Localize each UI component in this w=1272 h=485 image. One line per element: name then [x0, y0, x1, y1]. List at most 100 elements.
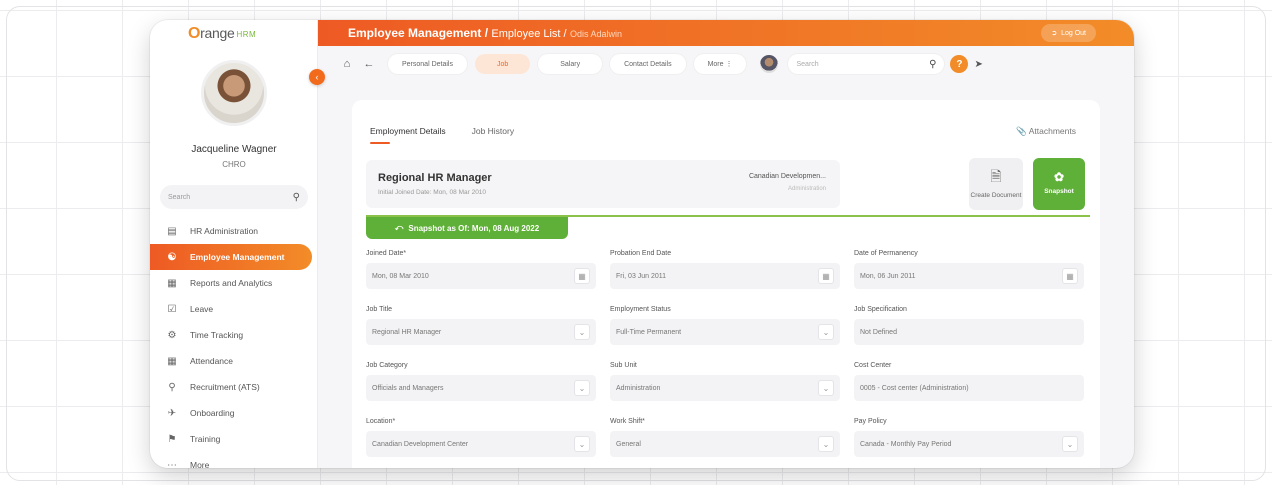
employee-icon: ☯	[167, 251, 177, 263]
tab-label: More	[707, 60, 724, 68]
logout-icon: ➲	[1051, 30, 1058, 37]
field-value: Full-Time Permanent	[616, 328, 682, 336]
training-icon: ⚑	[167, 433, 177, 445]
search-icon: ⚲	[929, 58, 937, 70]
job-title: Regional HR Manager	[378, 172, 492, 184]
sidebar-search-input[interactable]: Search ⚲	[160, 185, 308, 209]
work-shift-select[interactable]: General ⌄	[610, 431, 840, 457]
chevron-down-icon: ⌄	[1062, 436, 1078, 452]
field-value: Officials and Managers	[372, 384, 444, 392]
breadcrumb-sub[interactable]: Employee List /	[491, 28, 566, 40]
tab-contact-details[interactable]: Contact Details	[610, 54, 686, 74]
sub-unit-select[interactable]: Administration ⌄	[610, 375, 840, 401]
chevron-down-icon: ⌄	[574, 436, 590, 452]
logout-label: Log Out	[1061, 29, 1086, 37]
field-label-employment-status: Employment Status	[610, 306, 671, 313]
sidebar-item-leave[interactable]: ☑ Leave	[150, 296, 312, 322]
field-label-job-specification: Job Specification	[854, 306, 907, 313]
share-icon[interactable]: ➤	[974, 59, 982, 70]
sidebar-item-training[interactable]: ⚑ Training	[150, 426, 312, 452]
sidebar-item-label: HR Administration	[190, 226, 259, 236]
more-icon: ⋯	[167, 459, 177, 469]
sidebar-collapse-button[interactable]: ‹	[309, 69, 325, 85]
tab-employment-details[interactable]: Employment Details	[370, 126, 446, 144]
field-label-cost-center: Cost Center	[854, 362, 892, 369]
job-specification-field[interactable]: Not Defined	[854, 319, 1084, 345]
top-search-placeholder: Search	[796, 60, 819, 68]
sidebar-item-label: Attendance	[190, 356, 234, 366]
tab-salary[interactable]: Salary	[538, 54, 603, 74]
tab-label: Personal Details	[402, 60, 453, 68]
tab-more[interactable]: More ⋮	[693, 54, 747, 74]
job-location: Canadian Developmen...	[748, 173, 826, 180]
user-avatar[interactable]	[201, 60, 267, 126]
field-label-job-category: Job Category	[366, 362, 408, 369]
sidebar-item-recruitment[interactable]: ⚲ Recruitment (ATS)	[150, 374, 312, 400]
tab-label: Salary	[560, 60, 581, 68]
attachments-link[interactable]: 📎 Attachments	[1016, 126, 1076, 137]
job-category-select[interactable]: Officials and Managers ⌄	[366, 375, 596, 401]
search-icon: ⚲	[292, 191, 300, 203]
joined-date-input[interactable]: Mon, 08 Mar 2010 ▦	[366, 263, 596, 289]
sidebar-item-time-tracking[interactable]: ⚙ Time Tracking	[150, 322, 312, 348]
job-title-select[interactable]: Regional HR Manager ⌄	[366, 319, 596, 345]
help-button[interactable]: ?	[950, 55, 969, 73]
camera-icon: ✿	[1053, 170, 1065, 184]
employment-status-select[interactable]: Full-Time Permanent ⌄	[610, 319, 840, 345]
logo[interactable]: Orange HRM	[188, 24, 256, 44]
field-label-work-shift: Work Shift*	[610, 418, 645, 425]
calendar-icon[interactable]: ▦	[574, 268, 590, 284]
leave-icon: ☑	[167, 303, 177, 315]
calendar-icon[interactable]: ▦	[818, 268, 834, 284]
sidebar-item-hr-administration[interactable]: ▤ HR Administration	[150, 218, 312, 244]
snapshot-banner[interactable]: ⤺ Snapshot as Of: Mon, 08 Aug 2022	[366, 217, 568, 239]
field-label-pay-policy: Pay Policy	[854, 418, 887, 425]
breadcrumb-main[interactable]: Employee Management /	[348, 26, 488, 40]
employee-avatar[interactable]	[760, 55, 779, 73]
paperclip-icon: 📎	[1016, 126, 1027, 136]
cost-center-field[interactable]: 0005 - Cost center (Administration)	[854, 375, 1084, 401]
location-select[interactable]: Canadian Development Center ⌄	[366, 431, 596, 457]
tab-job[interactable]: Job	[474, 54, 531, 74]
sidebar-item-reports[interactable]: ▦ Reports and Analytics	[150, 270, 312, 296]
user-role: CHRO	[222, 160, 246, 169]
field-value: Not Defined	[860, 328, 897, 336]
field-label-joined-date: Joined Date*	[366, 250, 407, 257]
sidebar-item-more[interactable]: ⋯ More	[150, 452, 312, 469]
probation-end-date-input[interactable]: Fri, 03 Jun 2011 ▦	[610, 263, 840, 289]
date-of-permanency-input[interactable]: Mon, 06 Jun 2011 ▦	[854, 263, 1084, 289]
top-search-input[interactable]: Search ⚲	[788, 54, 945, 74]
home-icon[interactable]: ⌂	[336, 58, 358, 70]
sidebar-item-label: Employee Management	[190, 252, 285, 262]
calendar-icon[interactable]: ▦	[1062, 268, 1078, 284]
tab-job-history[interactable]: Job History	[472, 126, 515, 144]
attendance-icon: ▦	[167, 355, 177, 367]
snapshot-banner-text: Snapshot as Of: Mon, 08 Aug 2022	[408, 223, 540, 233]
tab-personal-details[interactable]: Personal Details	[388, 54, 467, 74]
logo-text: range	[200, 25, 235, 41]
back-arrow-icon[interactable]: ←	[358, 58, 380, 70]
field-label-probation-end: Probation End Date	[610, 250, 672, 257]
sidebar-item-attendance[interactable]: ▦ Attendance	[150, 348, 312, 374]
field-value: Canada - Monthly Pay Period	[860, 440, 952, 448]
create-document-button[interactable]: 🗎 Create Document	[969, 158, 1023, 210]
field-value: Regional HR Manager	[372, 328, 442, 336]
sidebar-item-employee-management[interactable]: ☯ Employee Management	[150, 244, 312, 270]
snapshot-button[interactable]: ✿ Snapshot	[1033, 158, 1085, 210]
logo-o: O	[188, 25, 201, 42]
pay-policy-select[interactable]: Canada - Monthly Pay Period ⌄	[854, 431, 1084, 457]
employee-top-nav: ⌂ ← Personal Details Job Salary Contact …	[318, 50, 1134, 78]
time-icon: ⚙	[167, 329, 177, 341]
breadcrumb: Employee Management / Employee List / Od…	[348, 26, 622, 40]
snapshot-label: Snapshot	[1044, 188, 1074, 195]
sidebar-item-label: Time Tracking	[190, 330, 244, 340]
sidebar-item-onboarding[interactable]: ✈ Onboarding	[150, 400, 312, 426]
onboarding-icon: ✈	[167, 407, 177, 419]
logout-button[interactable]: ➲ Log Out	[1041, 24, 1096, 42]
field-label-date-of-permanency: Date of Permanency	[854, 250, 918, 257]
recruitment-icon: ⚲	[168, 381, 176, 393]
sidebar-item-label: Leave	[190, 304, 214, 314]
field-value: 0005 - Cost center (Administration)	[860, 384, 969, 392]
employment-card: Employment Details Job History 📎 Attachm…	[352, 100, 1100, 468]
sidebar-search-placeholder: Search	[168, 193, 191, 201]
